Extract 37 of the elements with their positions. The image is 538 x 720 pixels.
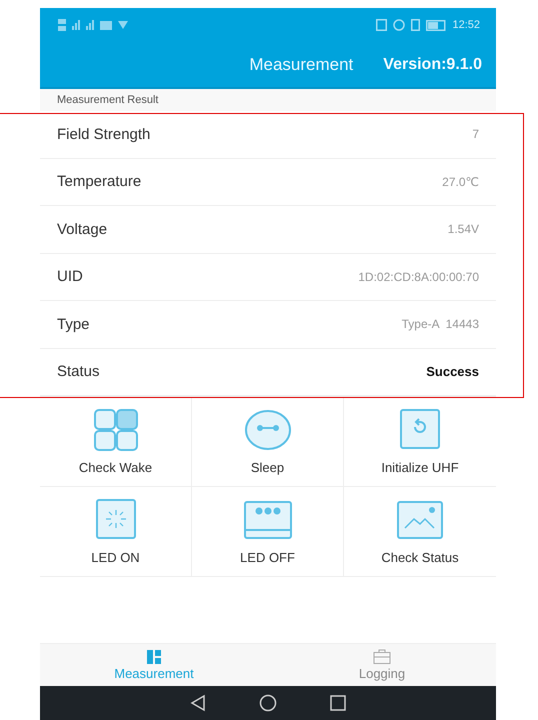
section-label: Measurement Result [40,89,496,111]
result-label: UID [57,268,83,286]
recents-icon[interactable] [329,694,347,712]
image-icon [100,20,112,30]
action-tile[interactable]: LED OFF [192,487,344,577]
result-label: Status [57,363,100,380]
result-value: 7 [472,127,479,142]
result-value: 1D:02:CD:8A:00:00:70 [358,270,479,284]
result-value: 27.0℃ [442,174,479,189]
back-icon[interactable] [189,694,207,712]
dots-panel-icon [242,498,292,542]
version-label: Version:9.1.0 [383,56,482,74]
tiles-icon [147,650,161,664]
action-tile[interactable]: LED ON [40,487,192,577]
signal-icon [86,20,94,30]
battery-icon [426,20,446,30]
nfc-icon [376,19,388,31]
shield-icon [118,21,128,29]
result-value: Success [426,364,479,380]
action-tile[interactable]: Sleep [192,397,344,487]
home-icon[interactable] [259,694,277,712]
signal-icon [72,20,80,30]
face-icon [242,408,292,452]
clock-time: 12:52 [452,19,480,31]
vibrate-icon [411,19,420,31]
result-value: 1.54V [448,222,479,236]
sim-icon [58,19,66,31]
result-label: Type [57,316,90,333]
image-icon [395,498,445,542]
alarm-icon [393,19,406,31]
briefcase-icon [373,649,391,664]
result-value: Type-A 14443 [402,317,479,332]
screen-title: Measurement [249,54,354,74]
result-label: Field Strength [57,126,150,143]
result-label: Voltage [57,220,108,238]
action-tile[interactable]: Check Wake [40,397,192,487]
result-label: Temperature [57,173,142,190]
